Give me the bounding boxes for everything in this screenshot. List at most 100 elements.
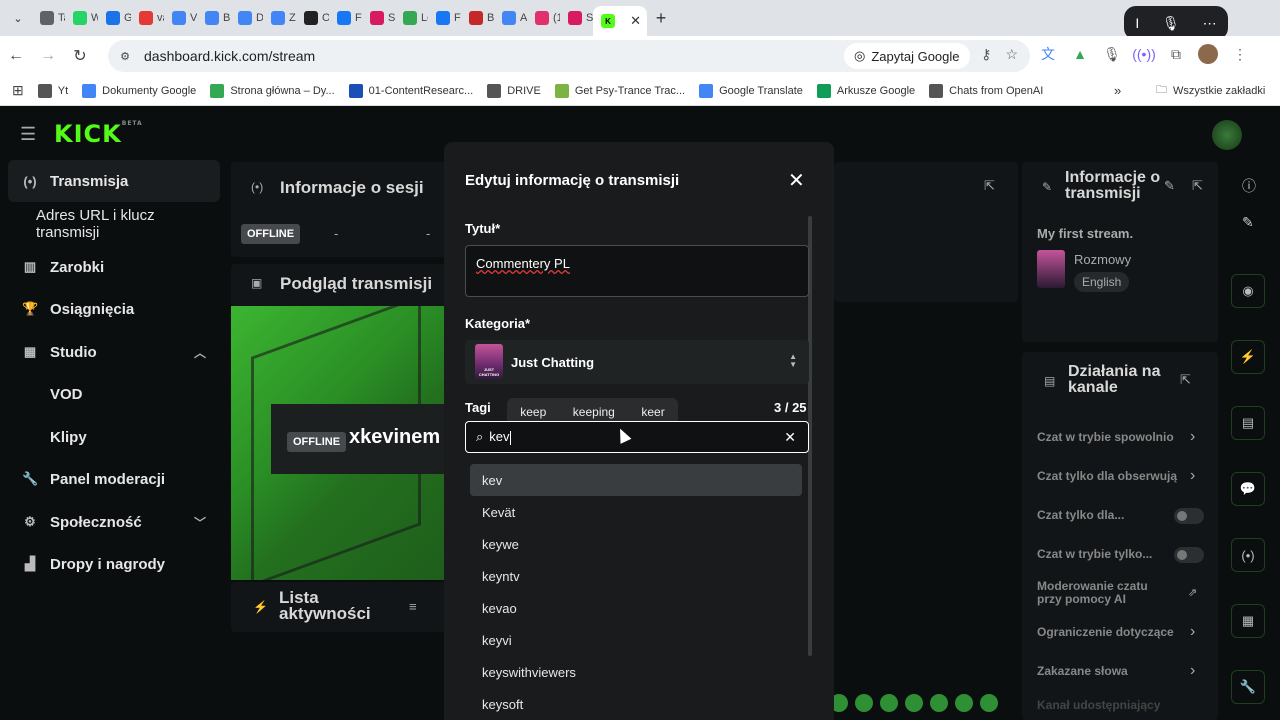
site-info-icon[interactable]: ⚙ <box>114 45 136 67</box>
address-bar[interactable]: ⚙ dashboard.kick.com/stream ◎ Zapytaj Go… <box>108 40 1030 72</box>
kick-logo[interactable]: KICKBETA <box>54 120 143 148</box>
broadcast-extension-icon[interactable]: ((•)) <box>1132 44 1156 64</box>
browser-tab[interactable]: Dol <box>230 3 263 33</box>
restriction-row[interactable]: Ograniczenie dotyczące <box>1037 625 1187 639</box>
edit-icon[interactable]: ✎ <box>1242 214 1268 274</box>
suggestion-item[interactable]: keeping <box>573 405 615 419</box>
translate-extension-icon[interactable]: 文 <box>1038 44 1058 64</box>
tab-search-chevron-icon[interactable]: ⌄ <box>4 4 32 32</box>
apps-grid-icon[interactable]: ⊞ <box>12 82 24 99</box>
suggestion-item[interactable]: keer <box>641 405 664 419</box>
suggestion-item[interactable]: keep <box>520 405 546 419</box>
browser-tab[interactable]: Fac <box>329 3 362 33</box>
stream-preview[interactable]: OFFLINE xkevinem <box>231 306 445 580</box>
password-key-icon[interactable]: ⚷ <box>981 46 991 63</box>
browser-tab[interactable]: Tan <box>32 3 65 33</box>
browser-tab[interactable]: Var <box>164 3 197 33</box>
browser-tab[interactable]: Zro <box>263 3 296 33</box>
bookmark-item[interactable]: 01-ContentResearc... <box>348 83 473 98</box>
tag-option[interactable]: keywe <box>470 528 802 560</box>
emote-icon[interactable] <box>955 694 973 712</box>
sidebar-item-stream-url-key[interactable]: Adres URL i klucz transmisji <box>8 203 220 245</box>
tab-active-kick[interactable]: K ✕ <box>593 6 647 36</box>
tag-option[interactable]: kevao <box>470 592 802 624</box>
reload-icon[interactable]: ↻ <box>64 46 96 66</box>
tag-option[interactable]: keyvi <box>470 624 802 656</box>
banned-words-row[interactable]: Zakazane słowa <box>1037 664 1128 678</box>
voice-typing-pill[interactable]: I 🎙 ⋯ <box>1124 6 1228 40</box>
category-select[interactable]: Just Chatting ▲▼ <box>465 340 809 384</box>
browser-tab[interactable]: (1) <box>527 3 560 33</box>
bookmark-item[interactable]: Dokumenty Google <box>82 83 196 98</box>
chrome-menu-icon[interactable]: ⋮ <box>1230 44 1250 64</box>
sidebar-item-vod[interactable]: VOD <box>8 373 220 415</box>
tag-option[interactable]: Kevät <box>470 496 802 528</box>
profile-avatar[interactable] <box>1198 44 1218 64</box>
ai-moderation-row[interactable]: Moderowanie czatu przy pomocy AI <box>1037 580 1167 606</box>
extensions-puzzle-icon[interactable]: ⧉ <box>1166 44 1186 64</box>
document-icon[interactable]: ▤ <box>1231 406 1265 440</box>
bolt-icon[interactable]: ⚡ <box>1231 340 1265 374</box>
emote-only-toggle[interactable] <box>1174 547 1204 563</box>
sharing-channel-row[interactable]: Kanał udostępniający <box>1037 698 1160 712</box>
title-input[interactable]: Commentery PL <box>465 245 809 297</box>
browser-tab[interactable]: Baz <box>461 3 494 33</box>
ask-google-button[interactable]: ◎ Zapytaj Google <box>844 43 970 69</box>
browser-tab[interactable]: AI v <box>494 3 527 33</box>
filter-icon[interactable]: ≡ <box>409 599 417 614</box>
wrench-icon[interactable]: 🔧 <box>1231 670 1265 704</box>
close-tab-icon[interactable]: ✕ <box>630 13 641 29</box>
drive-extension-icon[interactable]: ▲ <box>1070 44 1090 64</box>
emote-icon[interactable] <box>980 694 998 712</box>
microphone-icon[interactable]: 🎙 <box>1162 15 1180 32</box>
sidebar-item-studio[interactable]: ▦ Studio ︿ <box>8 331 220 373</box>
clear-icon[interactable]: ✕ <box>784 429 796 446</box>
popout-icon[interactable]: ⇱ <box>984 178 995 194</box>
bookmark-item[interactable]: Strona główna – Dy... <box>210 83 335 98</box>
new-tab-button[interactable]: + <box>647 8 675 29</box>
sidebar-item-klipy[interactable]: Klipy <box>8 416 220 458</box>
layout-icon[interactable]: ▦ <box>1231 604 1265 638</box>
emote-icon[interactable] <box>855 694 873 712</box>
browser-tab[interactable]: Fac <box>428 3 461 33</box>
tag-option[interactable]: keyntv <box>470 560 802 592</box>
user-avatar[interactable] <box>1212 120 1242 150</box>
hamburger-menu-icon[interactable]: ☰ <box>20 124 36 145</box>
more-bookmarks-icon[interactable]: » <box>1114 83 1121 98</box>
slow-mode-row[interactable]: Czat w trybie spowolnio <box>1037 430 1207 444</box>
followers-only-row[interactable]: Czat tylko dla obserwują <box>1037 469 1185 483</box>
browser-tab[interactable]: Sko <box>362 3 395 33</box>
popout-icon[interactable]: ⇱ <box>1192 178 1203 194</box>
browser-tab[interactable]: Wh <box>65 3 98 33</box>
sidebar-item-dropy[interactable]: ▟ Dropy i nagrody <box>8 543 220 585</box>
forward-icon[interactable]: → <box>32 47 64 65</box>
close-icon[interactable]: ✕ <box>788 168 805 193</box>
back-icon[interactable]: ← <box>0 47 32 65</box>
more-icon[interactable]: ⋯ <box>1203 15 1217 32</box>
subs-only-toggle[interactable] <box>1174 508 1204 524</box>
emote-icon[interactable] <box>880 694 898 712</box>
tag-option[interactable]: kev <box>470 464 802 496</box>
sidebar-item-panel-moderacji[interactable]: 🔧 Panel moderacji <box>8 458 220 500</box>
emote-icon[interactable] <box>905 694 923 712</box>
bookmark-item[interactable]: Get Psy-Trance Trac... <box>554 83 685 98</box>
tag-option[interactable]: keysoft <box>470 688 802 720</box>
bookmark-item[interactable]: Yt <box>37 83 68 98</box>
bookmark-item[interactable]: Chats from OpenAI <box>929 83 1043 98</box>
browser-tab[interactable]: Grz <box>98 3 131 33</box>
browser-tab[interactable]: var <box>131 3 164 33</box>
sidebar-item-spolecznosc[interactable]: ⚙ Społeczność ﹀ <box>8 501 220 543</box>
popout-icon[interactable]: ⇱ <box>1180 372 1191 388</box>
all-bookmarks-folder[interactable]: 🗀 Wszystkie zakładki <box>1156 81 1265 100</box>
chat-icon[interactable]: 💬 <box>1231 472 1265 506</box>
browser-tab[interactable]: Lou <box>395 3 428 33</box>
info-icon[interactable]: ⓘ <box>1242 176 1268 206</box>
bookmark-item[interactable]: Arkusze Google <box>816 83 915 98</box>
bookmark-item[interactable]: DRIVE <box>487 83 541 98</box>
broadcast-icon[interactable]: (•) <box>1231 538 1265 572</box>
browser-tab[interactable]: Op <box>296 3 329 33</box>
sidebar-item-zarobki[interactable]: ▥ Zarobki <box>8 246 220 288</box>
camera-icon[interactable]: ◉ <box>1231 274 1265 308</box>
emote-icon[interactable] <box>930 694 948 712</box>
sidebar-item-osiagniecia[interactable]: 🏆 Osiągnięcia <box>8 288 220 330</box>
